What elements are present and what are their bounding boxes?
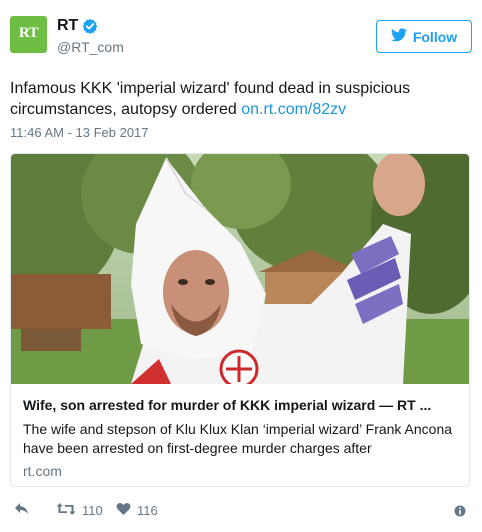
tweet-link[interactable]: on.rt.com/82zv <box>241 101 346 118</box>
reply-button[interactable] <box>14 502 30 519</box>
verified-badge-icon <box>82 18 98 34</box>
info-icon <box>454 504 466 521</box>
card-body[interactable]: Wife, son arrested for murder of KKK imp… <box>11 384 469 486</box>
account-name-row[interactable]: RT <box>57 17 98 35</box>
retweet-icon <box>56 502 76 519</box>
avatar-logo-text: RT <box>18 25 39 41</box>
tweet-body: Infamous KKK 'imperial wizard' found dea… <box>10 80 411 118</box>
retweet-button[interactable]: 110 <box>56 502 103 519</box>
card-domain: rt.com <box>23 463 62 479</box>
tweet-text: Infamous KKK 'imperial wizard' found dea… <box>10 78 470 120</box>
twitter-bird-icon <box>390 28 407 45</box>
tweet-timestamp[interactable]: 11:46 AM - 13 Feb 2017 <box>10 125 149 140</box>
tweet-header: RT RT @RT_com Follow <box>10 16 472 64</box>
link-card[interactable]: Wife, son arrested for murder of KKK imp… <box>10 153 470 487</box>
account-handle[interactable]: @RT_com <box>57 39 124 55</box>
avatar[interactable]: RT <box>10 16 47 53</box>
card-image[interactable] <box>11 154 469 389</box>
heart-icon <box>116 502 131 519</box>
card-title[interactable]: Wife, son arrested for murder of KKK imp… <box>23 396 457 414</box>
like-button[interactable]: 116 <box>116 502 158 519</box>
follow-label: Follow <box>412 28 458 45</box>
reply-icon <box>14 502 30 519</box>
account-name[interactable]: RT <box>57 17 78 35</box>
card-description: The wife and stepson of Klu Klux Klan ‘i… <box>23 421 453 456</box>
info-button[interactable] <box>454 504 466 522</box>
follow-button[interactable]: Follow <box>376 20 472 53</box>
tweet-actions: 110 116 <box>10 502 472 522</box>
like-count: 116 <box>137 503 158 518</box>
retweet-count: 110 <box>82 503 103 518</box>
